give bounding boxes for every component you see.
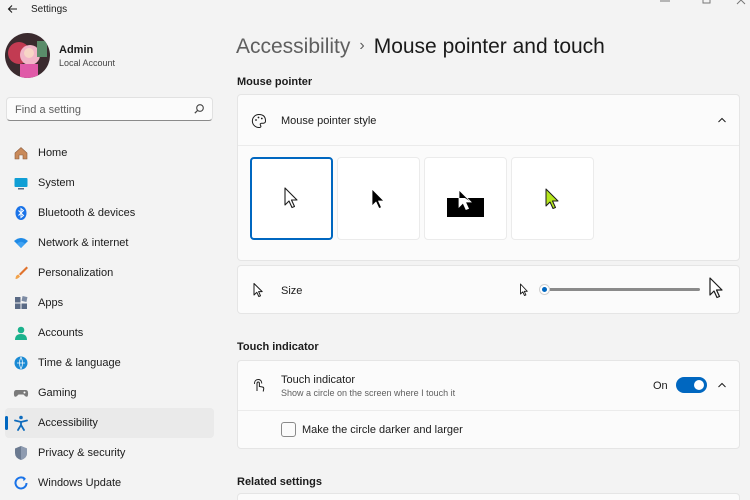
time-language-icon <box>14 356 28 370</box>
touch-indicator-description: Show a circle on the screen where I touc… <box>281 388 456 398</box>
maximize-icon[interactable] <box>700 0 714 8</box>
sidebar-item-windows-update[interactable]: Windows Update <box>5 468 214 498</box>
sidebar-item-label: Privacy & security <box>38 447 126 459</box>
touch-indicator-title: Touch indicator <box>281 374 355 386</box>
sidebar-item-time-language[interactable]: Time & language <box>5 348 214 378</box>
mouse-pointer-heading: Mouse pointer <box>237 76 313 88</box>
page-title: Mouse pointer and touch <box>373 35 605 58</box>
app-title: Settings <box>31 4 68 15</box>
sidebar-item-network[interactable]: Network & internet <box>5 228 214 258</box>
custom-color-cursor-icon <box>545 188 559 209</box>
touch-indicator-toggle[interactable] <box>676 377 707 393</box>
shield-icon <box>15 446 27 460</box>
sidebar-item-label: Time & language <box>38 357 121 369</box>
apps-icon <box>15 296 28 309</box>
sidebar-item-label: Network & internet <box>38 237 129 249</box>
divider <box>238 410 739 411</box>
close-icon[interactable] <box>735 0 749 8</box>
black-cursor-icon <box>371 188 385 209</box>
divider <box>238 145 739 146</box>
sidebar-item-label: Accounts <box>38 327 84 339</box>
search-icon[interactable] <box>193 103 205 115</box>
sidebar-item-gaming[interactable]: Gaming <box>5 378 214 408</box>
network-icon <box>14 238 28 248</box>
sidebar-item-home[interactable]: Home <box>5 138 214 168</box>
related-settings-card <box>237 493 740 500</box>
size-slider-track[interactable] <box>548 288 700 291</box>
gaming-icon <box>13 390 29 397</box>
bluetooth-icon <box>15 206 27 220</box>
pointer-size-icon <box>253 283 263 297</box>
search-placeholder: Find a setting <box>15 104 82 116</box>
large-pointer-icon <box>709 277 723 299</box>
sidebar-item-label: Accessibility <box>38 417 98 429</box>
pointer-style-black[interactable] <box>337 157 420 240</box>
inverted-cursor-icon <box>447 189 484 217</box>
minimize-icon[interactable] <box>658 0 672 8</box>
sidebar-item-label: System <box>38 177 75 189</box>
breadcrumb: Accessibility › Mouse pointer and touch <box>236 35 605 59</box>
sidebar-item-privacy[interactable]: Privacy & security <box>5 438 214 468</box>
sidebar-item-system[interactable]: System <box>5 168 214 198</box>
toggle-state-label: On <box>653 380 668 392</box>
sidebar-item-accounts[interactable]: Accounts <box>5 318 214 348</box>
personalization-icon <box>15 266 28 279</box>
sidebar-nav: Home System Bluetooth & devices Network … <box>5 138 214 498</box>
sidebar-item-personalization[interactable]: Personalization <box>5 258 214 288</box>
sidebar-item-label: Bluetooth & devices <box>38 207 136 219</box>
sidebar-item-accessibility[interactable]: Accessibility <box>5 408 214 438</box>
size-label: Size <box>281 285 303 297</box>
breadcrumb-parent[interactable]: Accessibility <box>236 35 350 58</box>
toggle-knob <box>694 380 704 390</box>
touch-indicator-card: Touch indicator Show a circle on the scr… <box>237 360 740 449</box>
pointer-style-custom[interactable] <box>511 157 594 240</box>
sidebar-item-label: Windows Update <box>38 477 122 489</box>
user-name: Admin <box>59 44 94 56</box>
mouse-pointer-style-title: Mouse pointer style <box>281 115 377 127</box>
sidebar-item-label: Apps <box>38 297 64 309</box>
avatar[interactable] <box>5 33 50 78</box>
windows-update-icon <box>14 476 28 490</box>
related-settings-heading: Related settings <box>237 476 322 488</box>
accessibility-icon <box>14 415 28 431</box>
home-icon <box>14 147 28 160</box>
darker-larger-circle-checkbox[interactable] <box>281 422 296 437</box>
palette-icon <box>251 113 267 128</box>
pointer-style-inverted[interactable] <box>424 157 507 240</box>
sidebar-item-label: Home <box>38 147 68 159</box>
white-cursor-icon <box>284 187 298 209</box>
accounts-icon <box>15 326 27 340</box>
pointer-style-white[interactable] <box>250 157 333 240</box>
system-icon <box>14 178 28 190</box>
checkbox-label: Make the circle darker and larger <box>302 424 463 436</box>
account-type: Local Account <box>59 58 116 68</box>
breadcrumb-separator: › <box>359 37 365 54</box>
small-pointer-icon <box>520 283 528 296</box>
size-slider-thumb[interactable] <box>538 284 550 295</box>
mouse-pointer-style-card: Mouse pointer style <box>237 94 740 261</box>
sidebar-item-apps[interactable]: Apps <box>5 288 214 318</box>
sidebar-item-bluetooth[interactable]: Bluetooth & devices <box>5 198 214 228</box>
title-bar: Settings <box>0 0 750 20</box>
touch-icon <box>254 379 265 392</box>
sidebar-item-label: Gaming <box>38 387 77 399</box>
mouse-pointer-style-header[interactable]: Mouse pointer style <box>238 95 739 145</box>
back-arrow-icon[interactable] <box>6 2 20 16</box>
touch-indicator-heading: Touch indicator <box>237 341 319 353</box>
active-indicator <box>5 416 8 430</box>
search-input[interactable]: Find a setting <box>6 97 213 121</box>
chevron-up-icon[interactable] <box>716 114 728 126</box>
chevron-up-icon[interactable] <box>716 379 728 391</box>
sidebar-item-label: Personalization <box>38 267 114 279</box>
